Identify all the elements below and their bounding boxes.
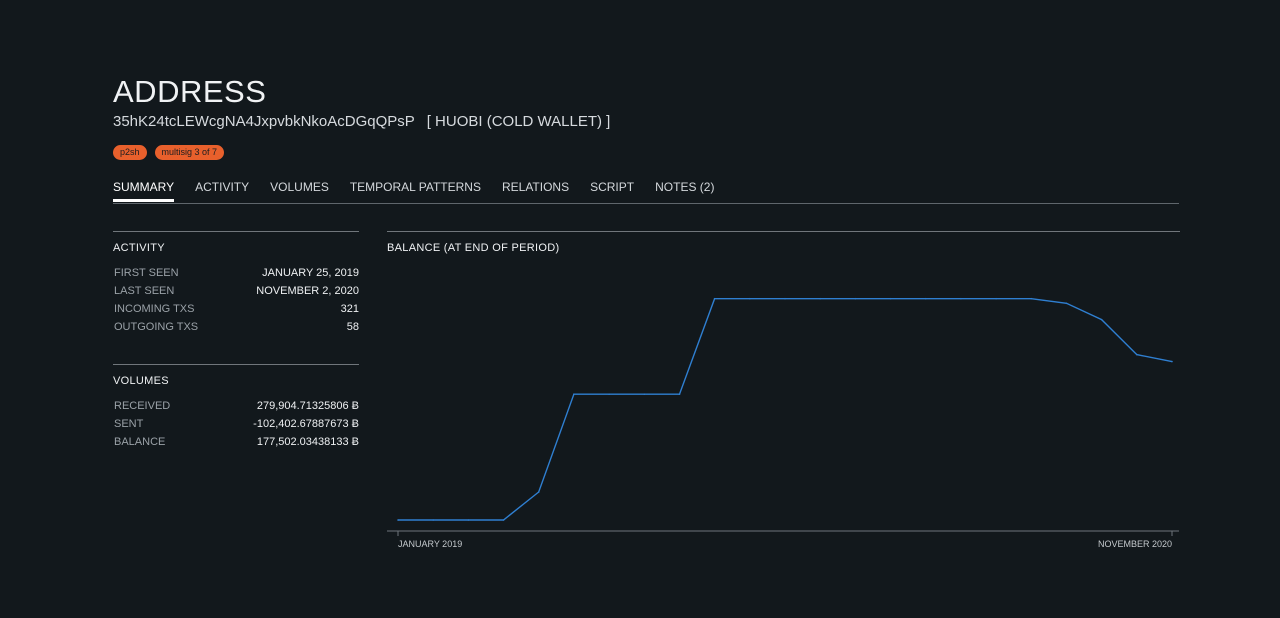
tab-volumes[interactable]: VOLUMES bbox=[270, 180, 329, 202]
x-tick-label-start: JANUARY 2019 bbox=[398, 539, 462, 549]
last-seen-value: NOVEMBER 2, 2020 bbox=[256, 285, 359, 297]
activity-section-title: ACTIVITY bbox=[113, 242, 165, 254]
activity-divider bbox=[113, 231, 359, 232]
balance-label: BALANCE bbox=[114, 436, 166, 448]
balance-point bbox=[1171, 360, 1173, 363]
sent-value: -102,402.67887673 Ƀ bbox=[253, 418, 359, 430]
first-seen-row: FIRST SEEN JANUARY 25, 2019 bbox=[114, 264, 359, 282]
outgoing-txs-label: OUTGOING TXS bbox=[114, 321, 199, 333]
balance-point bbox=[1065, 302, 1068, 305]
balance-chart-svg: JANUARY 2019 NOVEMBER 2020 bbox=[387, 297, 1179, 549]
badge-group: p2sh multisig 3 of 7 bbox=[113, 145, 225, 160]
balance-point bbox=[678, 393, 681, 395]
tab-activity[interactable]: ACTIVITY bbox=[195, 180, 249, 202]
received-label: RECEIVED bbox=[114, 400, 171, 412]
incoming-txs-value: 321 bbox=[340, 303, 359, 315]
x-tick-label-end: NOVEMBER 2020 bbox=[1098, 539, 1172, 549]
tab-temporal-patterns[interactable]: TEMPORAL PATTERNS bbox=[350, 180, 481, 202]
balance-point bbox=[573, 393, 575, 395]
address-summary-page: ADDRESS 35hK24tcLEWcgNA4JxpvbkNkoAcDGqQP… bbox=[0, 0, 1280, 618]
balance-point bbox=[713, 297, 716, 300]
chart-title: BALANCE (AT END OF PERIOD) bbox=[387, 242, 560, 254]
balance-point bbox=[502, 519, 505, 521]
balance-point bbox=[784, 297, 786, 300]
balance-value: 177,502.03438133 Ƀ bbox=[256, 436, 359, 448]
outgoing-txs-row: OUTGOING TXS 58 bbox=[114, 318, 359, 336]
first-seen-label: FIRST SEEN bbox=[114, 267, 179, 279]
tab-bar: SUMMARY ACTIVITY VOLUMES TEMPORAL PATTER… bbox=[113, 180, 1179, 204]
balance-point bbox=[432, 519, 434, 521]
balance-point bbox=[854, 297, 857, 300]
tab-summary[interactable]: SUMMARY bbox=[113, 180, 175, 202]
balance-point bbox=[537, 491, 540, 493]
balance-series-line bbox=[398, 298, 1173, 521]
chart-divider bbox=[387, 231, 1180, 232]
balance-point bbox=[960, 297, 962, 300]
address-label: [ HUOBI (COLD WALLET) ] bbox=[426, 113, 611, 130]
sent-row: SENT -102,402.67887673 Ƀ bbox=[114, 415, 359, 433]
balance-point bbox=[924, 297, 927, 300]
balance-point bbox=[1030, 297, 1033, 300]
balance-point bbox=[995, 297, 997, 300]
balance-chart: JANUARY 2019 NOVEMBER 2020 bbox=[387, 265, 1180, 555]
last-seen-row: LAST SEEN NOVEMBER 2, 2020 bbox=[114, 282, 359, 300]
volumes-divider bbox=[113, 364, 359, 365]
last-seen-label: LAST SEEN bbox=[114, 285, 175, 297]
sent-label: SENT bbox=[114, 418, 144, 430]
address-line: 35hK24tcLEWcgNA4JxpvbkNkoAcDGqQPsP [ HUO… bbox=[113, 113, 610, 130]
received-value: 279,904.71325806 Ƀ bbox=[256, 400, 359, 412]
outgoing-txs-value: 58 bbox=[346, 321, 359, 333]
badge-p2sh: p2sh bbox=[113, 145, 147, 160]
tab-relations[interactable]: RELATIONS bbox=[502, 180, 569, 202]
incoming-txs-label: INCOMING TXS bbox=[114, 303, 195, 315]
balance-point bbox=[749, 297, 751, 300]
tab-notes[interactable]: NOTES (2) bbox=[655, 180, 714, 202]
tab-script[interactable]: SCRIPT bbox=[590, 180, 634, 202]
page-title: ADDRESS bbox=[113, 74, 267, 109]
balance-point bbox=[819, 297, 821, 300]
balance-point bbox=[1136, 353, 1138, 356]
address-hash[interactable]: 35hK24tcLEWcgNA4JxpvbkNkoAcDGqQPsP bbox=[113, 113, 415, 130]
badge-multisig: multisig 3 of 7 bbox=[154, 145, 225, 160]
balance-point bbox=[889, 297, 892, 300]
balance-series-points bbox=[397, 297, 1173, 521]
received-row: RECEIVED 279,904.71325806 Ƀ bbox=[114, 397, 359, 415]
balance-point bbox=[467, 519, 470, 521]
first-seen-value: JANUARY 25, 2019 bbox=[262, 267, 359, 279]
balance-point bbox=[397, 519, 399, 521]
balance-point bbox=[608, 393, 610, 395]
balance-point bbox=[643, 393, 646, 395]
volumes-section-title: VOLUMES bbox=[113, 375, 169, 387]
incoming-txs-row: INCOMING TXS 321 bbox=[114, 300, 359, 318]
balance-point bbox=[1100, 318, 1103, 321]
balance-row: BALANCE 177,502.03438133 Ƀ bbox=[114, 433, 359, 451]
